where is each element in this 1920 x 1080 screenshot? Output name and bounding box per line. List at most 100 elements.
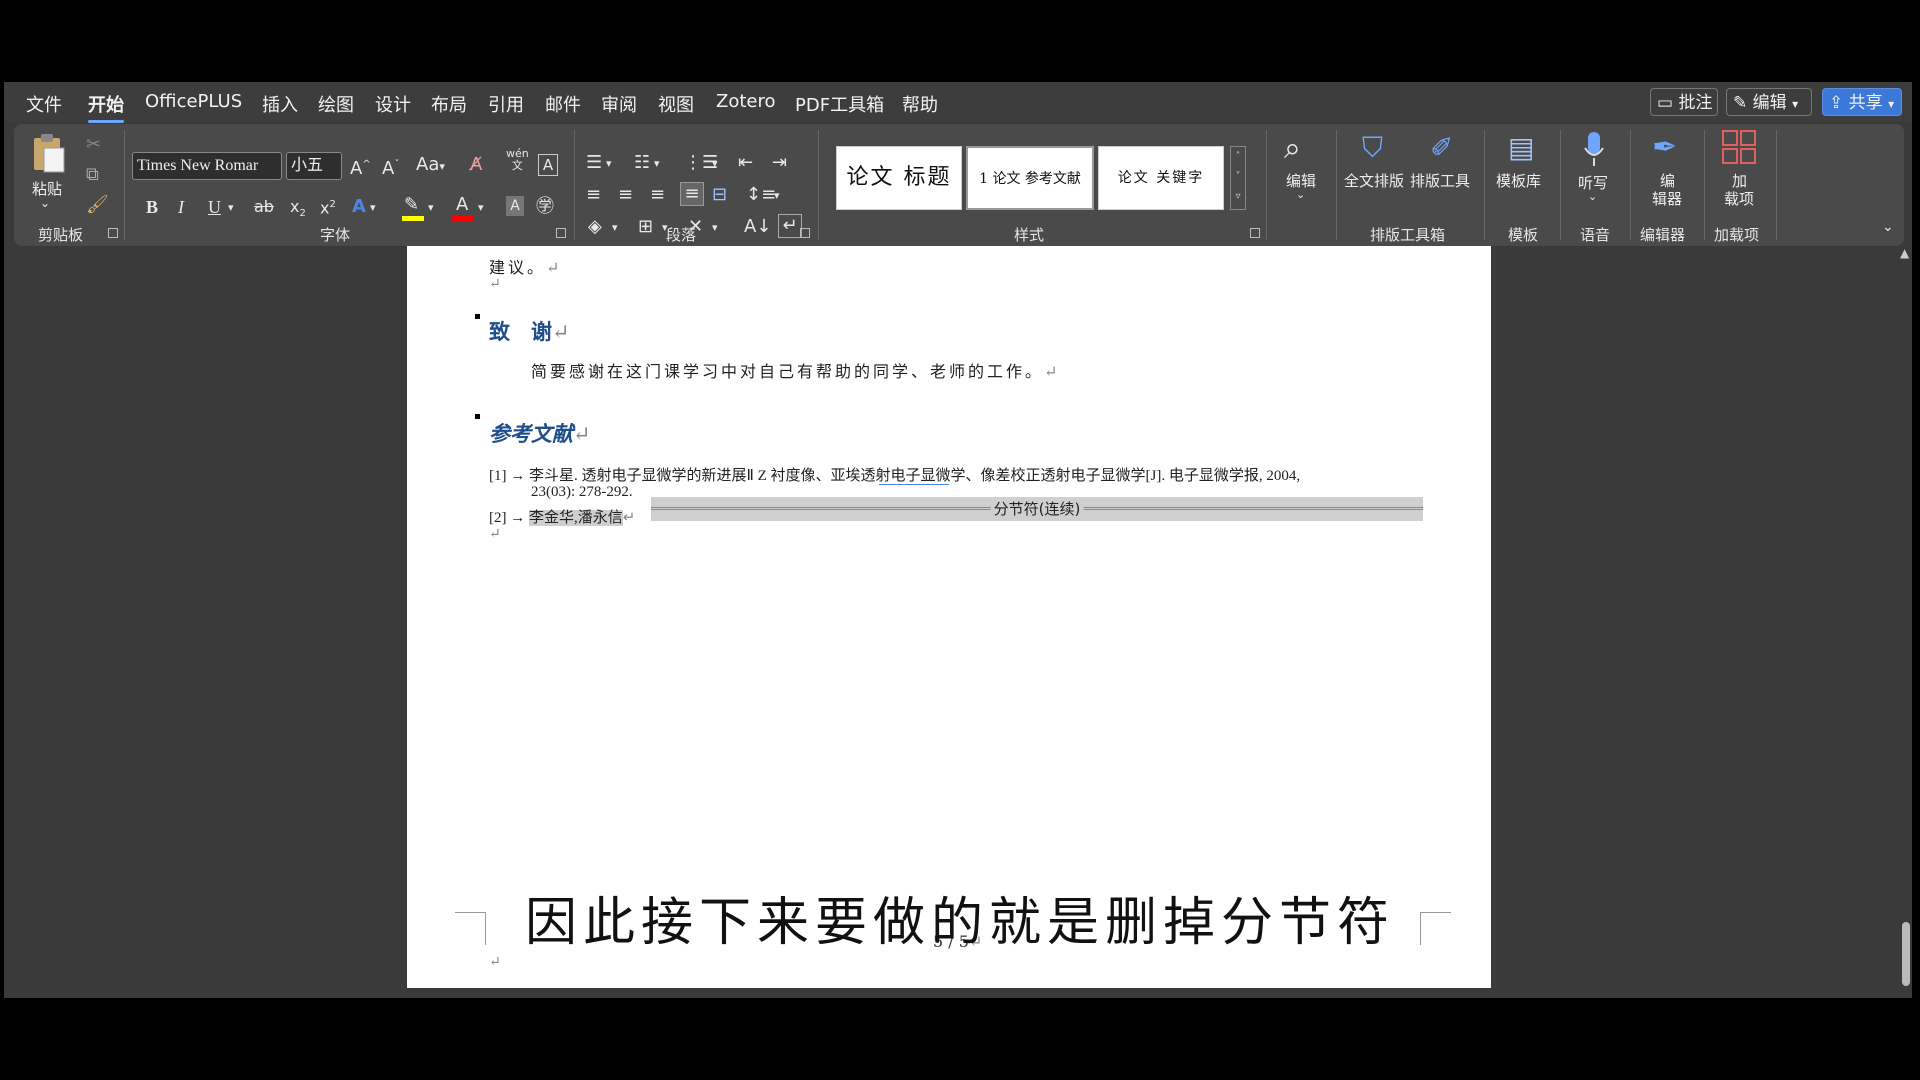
tab-home[interactable]: 开始: [88, 91, 124, 123]
addins-button[interactable]: 加 载项: [1712, 128, 1766, 218]
copy-icon[interactable]: ⧉: [86, 164, 99, 186]
show-marks-icon[interactable]: ↵: [778, 214, 802, 238]
font-color-button[interactable]: A ▾: [452, 194, 492, 224]
comment-icon: ▭: [1657, 93, 1674, 113]
paragraph-launcher-icon[interactable]: [800, 228, 810, 238]
heading-bullet: [475, 314, 480, 319]
tab-file[interactable]: 文件: [26, 91, 62, 117]
shading-icon[interactable]: ◈: [588, 216, 602, 238]
bullets-icon[interactable]: ☰: [586, 152, 602, 174]
section-break-continuous[interactable]: 分节符(连续): [651, 497, 1423, 521]
tab-design[interactable]: 设计: [375, 91, 411, 117]
justify-icon[interactable]: ≡: [680, 182, 704, 206]
chevron-down-icon: ▾: [478, 201, 484, 214]
tab-mailings[interactable]: 邮件: [545, 91, 581, 117]
increase-indent-icon[interactable]: ⇥: [772, 152, 787, 174]
layout-tool-button[interactable]: ✐ 排版工具: [1410, 128, 1472, 218]
template-library-label: 模板库: [1496, 172, 1542, 190]
align-right-icon[interactable]: ≡: [650, 184, 665, 206]
clipboard-group-label: 剪贴板: [38, 226, 84, 244]
cut-icon[interactable]: ✂: [86, 134, 101, 156]
comments-button[interactable]: ▭ 批注: [1650, 88, 1718, 116]
styles-scroll[interactable]: ˄ ˅ ▿: [1230, 146, 1246, 210]
numbering-icon[interactable]: ☷: [634, 152, 650, 174]
collapse-ribbon-icon[interactable]: ⌄: [1882, 216, 1894, 238]
vertical-scrollbar[interactable]: ▲: [1900, 246, 1912, 988]
shrink-font-icon[interactable]: Aˇ: [382, 154, 399, 180]
tab-draw[interactable]: 绘图: [318, 91, 354, 117]
chevron-down-icon[interactable]: ▾: [612, 217, 618, 239]
style-keywords[interactable]: 论文 关键字: [1098, 146, 1224, 210]
chevron-down-icon[interactable]: ▾: [654, 153, 660, 175]
chevron-down-icon[interactable]: ▾: [228, 197, 234, 219]
chevron-down-icon: ⌄: [40, 196, 51, 210]
paste-button[interactable]: 粘贴 ⌄: [26, 128, 70, 218]
text-effects-icon[interactable]: A: [352, 196, 366, 218]
align-left-icon[interactable]: ≡: [586, 184, 601, 206]
reference-text-selected[interactable]: 李金华,潘永信: [529, 510, 623, 526]
italic-icon[interactable]: I: [178, 196, 184, 218]
styles-launcher-icon[interactable]: [1250, 228, 1260, 238]
layout-tool-label: 排版工具: [1410, 172, 1471, 190]
change-case-label: Aa: [416, 154, 440, 175]
character-border-icon[interactable]: A: [538, 154, 558, 176]
addins-label-line2: 载项: [1724, 190, 1755, 208]
tab-help[interactable]: 帮助: [902, 91, 938, 117]
clipboard-launcher-icon[interactable]: [108, 228, 118, 238]
tab-insert[interactable]: 插入: [262, 91, 298, 117]
font-color-swatch: [452, 216, 474, 221]
editing-mode-button[interactable]: ✎ 编辑 ▾: [1726, 88, 1812, 116]
highlight-color-button[interactable]: ✎ ▾: [402, 194, 442, 224]
reference-number: [1] →: [489, 468, 526, 484]
chevron-down-icon[interactable]: ▾: [370, 197, 376, 219]
share-button[interactable]: ⇪ 共享 ▾: [1822, 88, 1902, 116]
decrease-indent-icon[interactable]: ⇤: [738, 152, 753, 174]
style-title[interactable]: 论文 标题: [836, 146, 962, 210]
font-size-select[interactable]: 小五: [286, 152, 342, 180]
phonetic-guide-button[interactable]: wén 文: [506, 148, 529, 172]
strikethrough-icon[interactable]: ab: [254, 196, 274, 218]
tab-zotero[interactable]: Zotero: [716, 91, 776, 112]
dictate-button[interactable]: 听写 ⌄: [1570, 128, 1618, 218]
references-heading: 参考文献↵: [489, 421, 591, 446]
underline-icon[interactable]: U: [208, 196, 221, 218]
superscript-icon[interactable]: x2: [320, 194, 336, 219]
separator: [818, 130, 819, 240]
chevron-down-icon[interactable]: ▾: [774, 185, 780, 207]
chevron-down-icon[interactable]: ▾: [712, 153, 718, 175]
chevron-down-icon[interactable]: ▾: [712, 217, 718, 239]
scroll-up-icon[interactable]: ▲: [1900, 246, 1909, 260]
line-spacing-icon[interactable]: ↕≡: [746, 184, 776, 206]
tab-view[interactable]: 视图: [658, 91, 694, 117]
character-shading-icon[interactable]: A: [506, 196, 524, 216]
style-title-label: 论文 标题: [846, 165, 952, 190]
bold-icon[interactable]: B: [146, 196, 158, 218]
tab-review[interactable]: 审阅: [601, 91, 637, 117]
format-painter-icon[interactable]: 🖌: [86, 194, 109, 216]
document-page[interactable]: 建议。↵ ↵ 致 谢↵ 简要感谢在这门课学习中对自己有帮助的同学、老师的工作。↵…: [407, 246, 1491, 988]
acknowledgement-heading: 致 谢↵: [489, 319, 570, 344]
clear-formatting-icon[interactable]: A̸: [470, 154, 482, 176]
grow-font-icon[interactable]: A^: [350, 154, 371, 180]
reference-item: [1] → 李斗星. 透射电子显微学的新进展Ⅱ Z 衬度像、亚埃透射电子显微学、…: [489, 464, 1300, 485]
tab-references[interactable]: 引用: [488, 91, 524, 117]
font-launcher-icon[interactable]: [556, 228, 566, 238]
full-text-layout-button[interactable]: ⛉ 全文排版: [1344, 128, 1406, 218]
chevron-down-icon[interactable]: ▾: [606, 153, 612, 175]
template-library-button[interactable]: ▤ 模板库: [1494, 128, 1552, 218]
distributed-icon[interactable]: ⊟: [712, 184, 727, 206]
enclose-characters-icon[interactable]: ㊫: [536, 196, 554, 218]
align-center-icon[interactable]: ≡: [618, 184, 633, 206]
editing-button[interactable]: ⌕ 编辑 ⌄: [1276, 128, 1326, 218]
style-references[interactable]: 1 论文 参考文献: [966, 146, 1094, 210]
tab-layout[interactable]: 布局: [431, 91, 467, 117]
font-name-select[interactable]: Times New Romar: [132, 152, 282, 180]
tab-pdf-tools[interactable]: PDF工具箱: [795, 91, 884, 117]
editor-button[interactable]: ✒ 编 辑器: [1640, 128, 1694, 218]
sort-icon[interactable]: A↓: [744, 216, 771, 238]
subscript-icon[interactable]: x2: [290, 196, 306, 225]
separator: [1266, 130, 1267, 240]
change-case-button[interactable]: Aa▾: [416, 154, 445, 178]
tab-officeplus[interactable]: OfficePLUS: [145, 91, 242, 112]
borders-icon[interactable]: ⊞: [638, 216, 653, 238]
